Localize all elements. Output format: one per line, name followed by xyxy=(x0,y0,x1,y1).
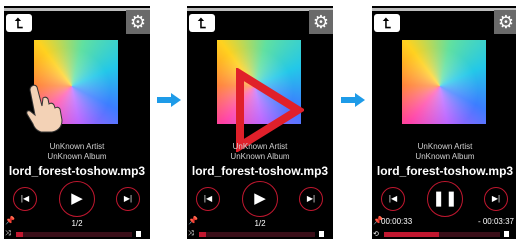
tap-hand-icon xyxy=(26,84,63,133)
album-label: UnKnown Album xyxy=(415,152,475,161)
progress-fill xyxy=(199,232,206,237)
previous-button[interactable]: |◀ xyxy=(381,187,405,211)
track-counter: 1/2 xyxy=(71,219,83,228)
gear-icon[interactable]: ⚙ xyxy=(126,10,150,34)
play-button[interactable]: ▶ xyxy=(242,181,278,217)
progress-end-marker xyxy=(136,231,141,237)
album-label: UnKnown Album xyxy=(47,152,107,161)
artist-label: UnKnown Artist xyxy=(232,142,288,151)
arrow-right-icon xyxy=(157,93,181,107)
shuffle-icon[interactable]: ⤨ xyxy=(188,230,194,238)
progress-fill xyxy=(384,232,439,237)
next-button[interactable]: ▶| xyxy=(116,187,140,211)
top-bar: ⮤ ⚙ xyxy=(4,6,150,36)
album-label: UnKnown Album xyxy=(230,152,290,161)
track-title: lord_forest-toshow.mp3 xyxy=(376,164,514,178)
progress-fill xyxy=(16,232,23,237)
elapsed-time: 00:00:33 xyxy=(381,217,413,226)
arrow-right-icon xyxy=(341,93,365,107)
play-triangle-overlay-icon xyxy=(236,68,304,152)
gear-icon[interactable]: ⚙ xyxy=(494,10,516,34)
progress-end-marker xyxy=(504,231,509,237)
progress-end-marker xyxy=(319,231,324,237)
pin-icon: 📌 xyxy=(188,216,198,225)
pause-button[interactable]: ❚❚ xyxy=(427,181,463,217)
previous-button[interactable]: |◀ xyxy=(196,187,220,211)
track-title: lord_forest-toshow.mp3 xyxy=(191,164,329,178)
track-title: lord_forest-toshow.mp3 xyxy=(8,164,146,178)
artist-label: UnKnown Artist xyxy=(49,142,105,151)
repeat-icon[interactable]: ⟲ xyxy=(373,230,379,238)
next-button[interactable]: ▶| xyxy=(299,187,323,211)
back-button[interactable]: ⮤ xyxy=(6,14,32,32)
top-bar: ⮤ ⚙ xyxy=(372,6,516,36)
previous-button[interactable]: |◀ xyxy=(13,187,37,211)
player-screen-2: ⮤ ⚙ UnKnown Artist UnKnown Album lord_fo… xyxy=(187,6,333,239)
gear-icon[interactable]: ⚙ xyxy=(309,10,333,34)
shuffle-icon[interactable]: ⤨ xyxy=(5,230,11,238)
pin-icon: 📌 xyxy=(5,216,15,225)
top-bar: ⮤ ⚙ xyxy=(187,6,333,36)
player-screen-3: ⮤ ⚙ UnKnown Artist UnKnown Album lord_fo… xyxy=(372,6,516,239)
back-button[interactable]: ⮤ xyxy=(374,14,400,32)
progress-bar[interactable] xyxy=(16,232,132,237)
progress-bar[interactable] xyxy=(384,232,500,237)
play-button[interactable]: ▶ xyxy=(59,181,95,217)
player-screen-1: ⮤ ⚙ UnKnown Artist UnKnown Album lord_fo… xyxy=(4,6,150,239)
progress-bar[interactable] xyxy=(199,232,315,237)
album-art[interactable] xyxy=(402,40,486,124)
next-button[interactable]: ▶| xyxy=(484,187,508,211)
artist-label: UnKnown Artist xyxy=(417,142,473,151)
track-counter: 1/2 xyxy=(254,219,266,228)
back-button[interactable]: ⮤ xyxy=(189,14,215,32)
remaining-time: - 00:03:37 xyxy=(477,217,514,226)
